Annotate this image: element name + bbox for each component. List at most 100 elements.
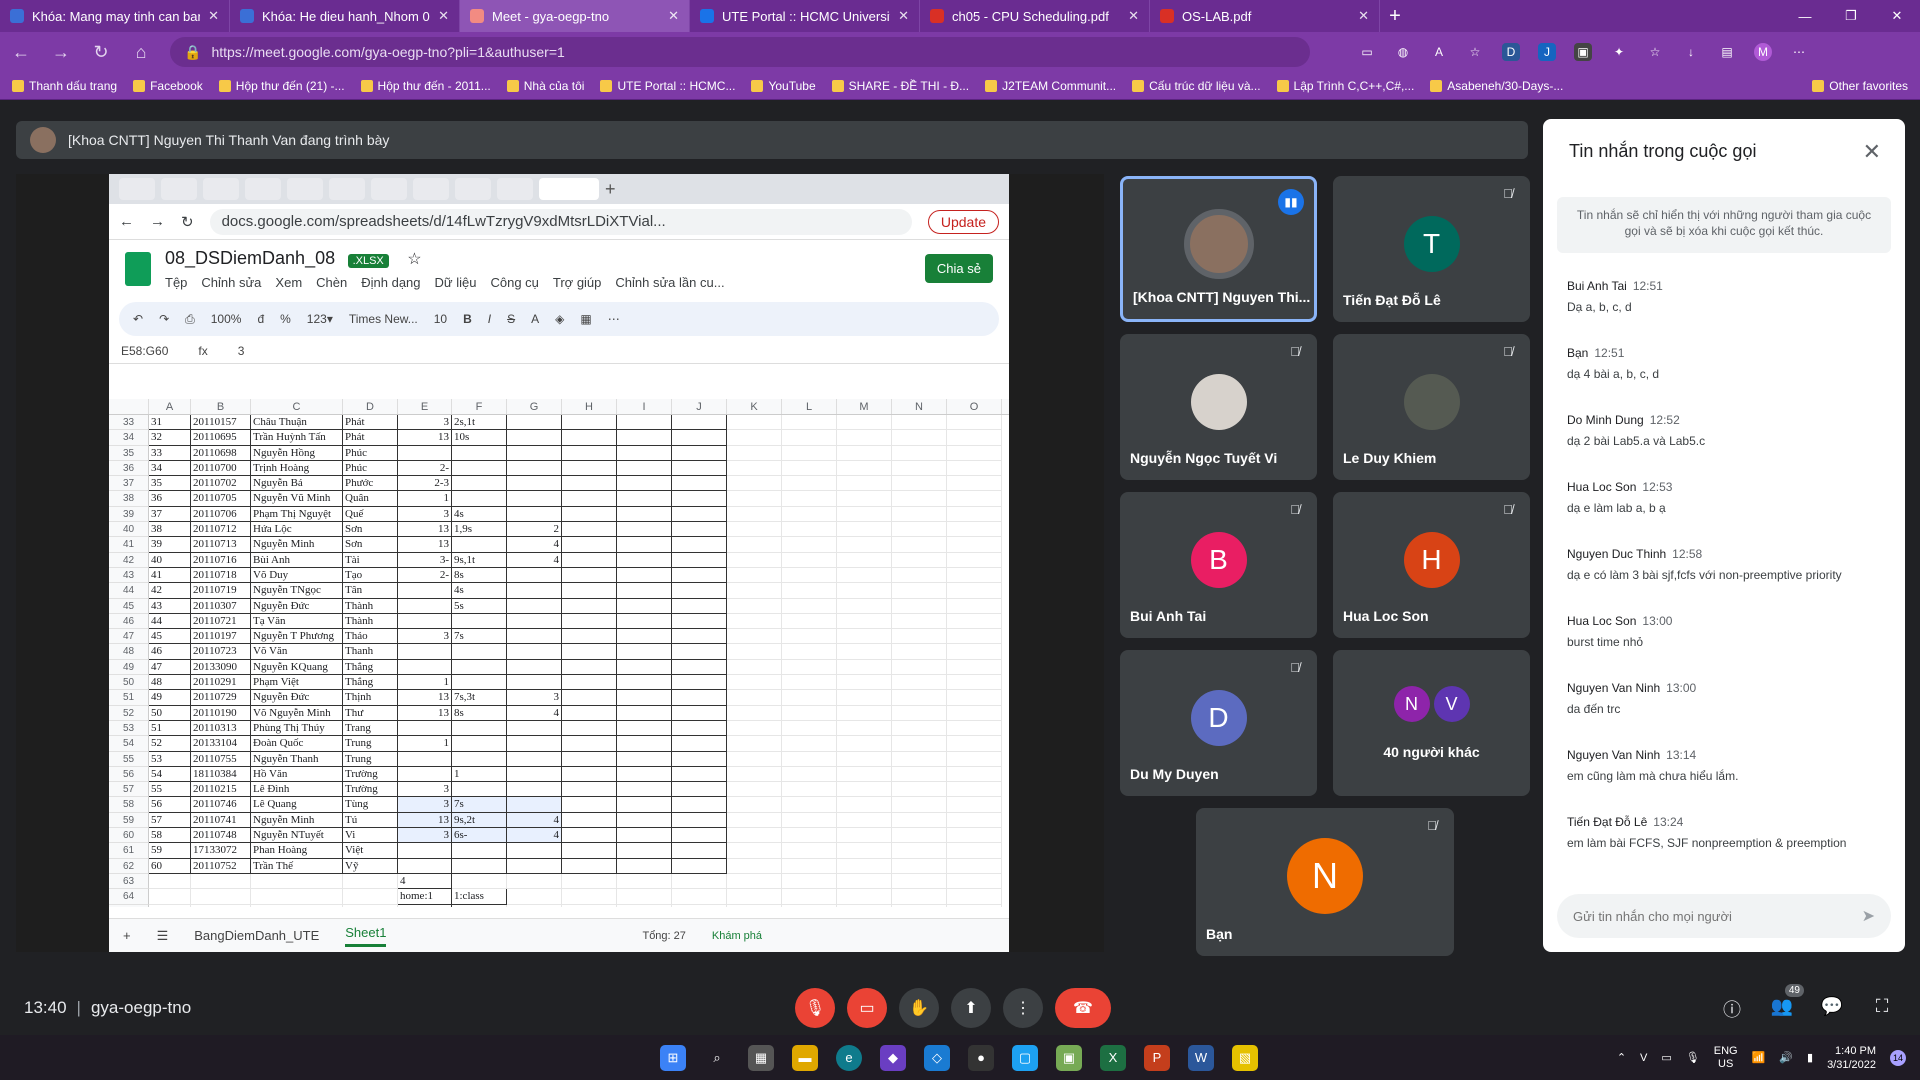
browser-tab[interactable]: ch05 - CPU Scheduling.pdf ✕ [920, 0, 1150, 32]
table-cell [947, 720, 1002, 737]
browser-tab[interactable]: OS-LAB.pdf ✕ [1150, 0, 1380, 32]
notification-blocked-icon[interactable]: ◍ [1394, 43, 1412, 61]
participant-tile[interactable]: N Bạn 🎙̸ [1196, 808, 1454, 956]
bookmark-item[interactable]: Hộp thư đến - 2011... [360, 79, 491, 93]
home-icon[interactable]: ⌂ [130, 42, 152, 63]
info-icon[interactable]: ⓘ [1720, 996, 1744, 1020]
store-icon[interactable]: ▦ [748, 1044, 774, 1071]
restore-icon[interactable]: ❐ [1828, 0, 1874, 32]
excel-icon[interactable]: X [1100, 1044, 1126, 1071]
tray-mic-icon[interactable]: 🎙 [1686, 1051, 1700, 1064]
tab-close-icon[interactable]: ✕ [1358, 8, 1369, 24]
bookmark-item[interactable]: SHARE - ĐỀ THI - Đ... [831, 79, 969, 93]
chat-time: 12:53 [1642, 480, 1673, 494]
browser-tab[interactable]: Meet - gya-oegp-tno ✕ [460, 0, 690, 32]
tab-close-icon[interactable]: ✕ [438, 8, 449, 24]
participant-tile[interactable]: Nguyễn Ngọc Tuyết Vi 🎙̸ [1120, 334, 1317, 480]
people-icon[interactable]: 👥 49 [1770, 984, 1804, 1020]
visual-studio-icon[interactable]: ◆ [880, 1044, 906, 1071]
table-cell [672, 873, 727, 890]
other-favorites[interactable]: Other favorites [1812, 79, 1908, 93]
more-options-button[interactable]: ⋮ [1003, 988, 1043, 1028]
activities-icon[interactable]: ⛶ [1870, 996, 1894, 1020]
vscode-icon[interactable]: ◇ [924, 1044, 950, 1071]
tray-app-icon[interactable]: V [1640, 1052, 1647, 1064]
bookmark-item[interactable]: Nhà của tôi [506, 79, 584, 93]
chat-message-input[interactable] [1573, 908, 1862, 924]
participant-tile[interactable]: T Tiến Đạt Đỗ Lê 🎙̸ [1333, 176, 1530, 322]
extension-d-icon[interactable]: D [1502, 43, 1520, 61]
participant-tile[interactable]: N V 40 người khác [1333, 650, 1530, 796]
bookmark-item[interactable]: J2TEAM Communit... [985, 79, 1116, 93]
browser-tab[interactable]: UTE Portal :: HCMC University of ✕ [690, 0, 920, 32]
chat-icon[interactable]: 💬 [1820, 996, 1844, 1020]
favorites-icon[interactable]: ☆ [1646, 43, 1664, 61]
participant-tile[interactable]: D Du My Duyen 🎙̸ [1120, 650, 1317, 796]
table-cell [617, 766, 672, 783]
new-tab-icon[interactable]: + [1380, 5, 1410, 28]
battery-icon[interactable]: ▮ [1807, 1051, 1813, 1064]
tray-chevron-icon[interactable]: ⌃ [1617, 1051, 1626, 1064]
close-chat-icon[interactable]: ✕ [1863, 139, 1881, 165]
participant-tile[interactable]: B Bui Anh Tai 🎙̸ [1120, 492, 1317, 638]
file-explorer-icon[interactable]: ▬ [792, 1044, 818, 1071]
send-icon[interactable]: ➤ [1862, 906, 1875, 926]
sticky-app-icon[interactable]: ▧ [1232, 1044, 1258, 1071]
app-icon[interactable]: ▢ [1012, 1044, 1038, 1071]
search-icon[interactable]: ⌕ [704, 1045, 730, 1071]
minimize-icon[interactable]: — [1782, 0, 1828, 32]
leave-call-button[interactable]: ☎ [1055, 988, 1111, 1028]
word-icon[interactable]: W [1188, 1044, 1214, 1071]
notification-count[interactable]: 14 [1890, 1049, 1906, 1066]
bookmark-item[interactable]: Hộp thư đến (21) -... [218, 79, 345, 93]
wifi-icon[interactable]: 📶 [1752, 1051, 1766, 1064]
forward-icon[interactable]: → [50, 42, 72, 63]
volume-icon[interactable]: 🔊 [1779, 1051, 1793, 1064]
github-icon[interactable]: ● [968, 1044, 994, 1071]
browser-tab[interactable]: Khóa: He dieu hanh_Nhom 08 ✕ [230, 0, 460, 32]
participant-tile[interactable]: H Hua Loc Son 🎙̸ [1333, 492, 1530, 638]
mic-off-button[interactable]: 🎙 [795, 988, 835, 1028]
app2-icon[interactable]: ▣ [1056, 1044, 1082, 1071]
tab-close-icon[interactable]: ✕ [208, 8, 219, 24]
participant-tile[interactable]: [Khoa CNTT] Nguyen Thi... ▮▮ [1120, 176, 1317, 322]
bookmark-item[interactable]: Lập Trình C,C++,C#,... [1276, 79, 1414, 93]
table-cell [727, 858, 782, 874]
camera-blocked-icon[interactable]: ▭ [1358, 43, 1376, 61]
read-aloud-icon[interactable]: A [1430, 43, 1448, 61]
collections-icon[interactable]: ▤ [1718, 43, 1736, 61]
bookmark-item[interactable]: YouTube [751, 79, 816, 93]
downloads-icon[interactable]: ↓ [1682, 43, 1700, 61]
extension-badge-icon[interactable]: ▣ [1574, 43, 1592, 61]
raise-hand-button[interactable]: ✋ [899, 988, 939, 1028]
url-field[interactable]: 🔒 https://meet.google.com/gya-oegp-tno?p… [170, 37, 1310, 67]
tab-close-icon[interactable]: ✕ [898, 8, 909, 24]
reload-icon[interactable]: ↻ [90, 42, 112, 63]
bookmark-item[interactable]: Thanh dấu trang [12, 79, 117, 93]
windows-start-icon[interactable]: ⊞ [660, 1044, 686, 1071]
browser-menu-icon[interactable]: ⋯ [1790, 43, 1808, 61]
bookmark-item[interactable]: Cấu trúc dữ liệu và... [1132, 79, 1261, 93]
close-window-icon[interactable]: ✕ [1874, 0, 1920, 32]
row-number: 43 [109, 567, 149, 584]
tray-speaker-icon[interactable]: ▭ [1661, 1051, 1671, 1064]
participant-tile[interactable]: Le Duy Khiem 🎙̸ [1333, 334, 1530, 480]
bookmark-item[interactable]: Asabeneh/30-Days-... [1430, 79, 1563, 93]
favorite-star-icon[interactable]: ☆ [1466, 43, 1484, 61]
edge-icon[interactable]: e [836, 1044, 862, 1071]
language-indicator[interactable]: ENG US [1714, 1045, 1738, 1071]
camera-off-button[interactable]: ▭ [847, 988, 887, 1028]
system-clock[interactable]: 1:40 PM 3/31/2022 [1827, 1044, 1876, 1072]
table-cell [782, 552, 837, 568]
present-button[interactable]: ⬆ [951, 988, 991, 1028]
profile-avatar[interactable]: M [1754, 43, 1772, 61]
back-icon[interactable]: ← [10, 42, 32, 63]
powerpoint-icon[interactable]: P [1144, 1044, 1170, 1071]
extensions-puzzle-icon[interactable]: ✦ [1610, 43, 1628, 61]
tab-close-icon[interactable]: ✕ [1128, 8, 1139, 24]
bookmark-item[interactable]: Facebook [133, 79, 203, 93]
browser-tab[interactable]: Khóa: Mang may tinh can ban_N ✕ [0, 0, 230, 32]
extension-j-icon[interactable]: J [1538, 43, 1556, 61]
tab-close-icon[interactable]: ✕ [668, 8, 679, 24]
bookmark-item[interactable]: UTE Portal :: HCMC... [600, 79, 735, 93]
